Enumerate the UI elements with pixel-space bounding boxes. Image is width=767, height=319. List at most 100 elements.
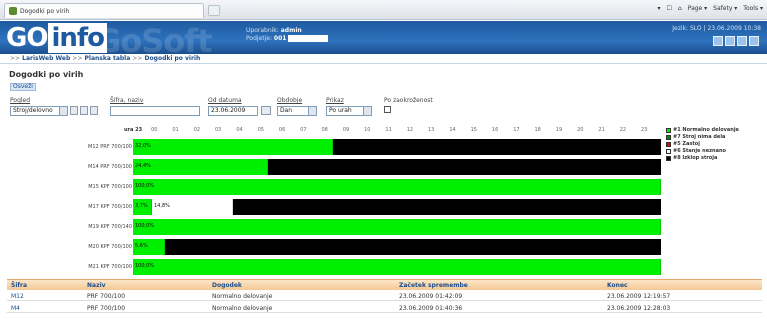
column-header-end[interactable]: Konec [607, 282, 628, 289]
tools-menu[interactable]: Tools ▾ [743, 5, 763, 12]
legend-item: #6 Stanje neznano [666, 148, 739, 155]
hour-tick-label: 15 [470, 127, 477, 133]
legend-swatch [666, 128, 671, 133]
table-cell: PRF 700/100 [87, 305, 126, 312]
chevron-down-icon [308, 107, 316, 115]
timeline-track: 24,4% [133, 159, 661, 175]
feeds-dropdown[interactable]: ▾ [658, 5, 661, 12]
hour-tick-label: 08 [321, 127, 328, 133]
chevron-down-icon [363, 107, 371, 115]
table-row[interactable]: M12 PRF 700/100 Normalno delovanje 23.06.20… [7, 291, 762, 301]
table-cell: 23.06.2009 01:40:36 [399, 305, 463, 312]
copy-icon[interactable] [70, 106, 78, 115]
legend-swatch [666, 142, 671, 147]
group-select[interactable]: Stroj/delovno [10, 106, 68, 116]
new-tab-button[interactable] [208, 5, 220, 16]
help-icon[interactable] [713, 36, 723, 46]
feeds-icon[interactable]: ☐ [667, 5, 672, 12]
header-buttons [713, 36, 759, 46]
machine-label[interactable]: M15 KPF 700/100 [62, 184, 132, 190]
logout-icon[interactable] [749, 36, 759, 46]
column-header-start[interactable]: Začetek spremembe [399, 282, 468, 289]
legend-swatch [666, 156, 671, 161]
refresh-button[interactable]: Osveži [10, 83, 36, 91]
chevron-down-icon [59, 107, 67, 115]
home-icon[interactable]: ⌂ [678, 5, 682, 12]
legend-swatch [666, 135, 671, 140]
timeline-segment[interactable] [332, 139, 661, 155]
period-select[interactable]: Dan [277, 106, 317, 116]
legend-item: #5 Zastoj [666, 141, 739, 148]
machine-label[interactable]: M14 PRF 700/100 [62, 164, 132, 170]
hour-tick-label: 09 [342, 127, 350, 133]
table-cell: 23.06.2009 01:42:09 [399, 293, 463, 300]
column-header-event[interactable]: Dogodek [212, 282, 242, 289]
machine-label[interactable]: M21 KPF 700/100 [62, 264, 132, 270]
hour-tick-label: 01 [172, 127, 179, 133]
breadcrumb-item-planning[interactable]: Planska tabla [85, 55, 131, 62]
segment-label: 5,6% [135, 243, 148, 249]
machine-label[interactable]: M19 KPF 700/140 [62, 224, 132, 230]
timeline-segment[interactable]: 100,0% [133, 219, 661, 235]
hour-tick-label: 13 [428, 127, 435, 133]
company-field[interactable] [288, 35, 329, 42]
sort-select[interactable]: Po urah [326, 106, 372, 116]
table-cell[interactable]: M12 [11, 293, 24, 300]
app-logo[interactable]: GO info [6, 23, 108, 53]
table-row[interactable]: M4 PRF 700/100 Normalno delovanje 23.06.200… [7, 303, 762, 313]
hour-tick-label: 12 [406, 127, 414, 133]
hour-tick-label: 14 [449, 127, 456, 133]
table-cell: 23.06.2009 12:28:03 [607, 305, 671, 312]
header-status: Jezik: SLO | 23.06.2009 10:38 [672, 25, 761, 32]
table-cell: PRF 700/100 [87, 293, 126, 300]
hour-tick-label: 22 [619, 127, 627, 133]
user-value: admin [280, 27, 302, 34]
machine-label[interactable]: M17 KPF 700/100 [62, 204, 132, 210]
timeline-segment[interactable]: 100,0% [133, 259, 661, 275]
search-input[interactable] [110, 106, 200, 116]
page-menu[interactable]: Page ▾ [688, 5, 707, 12]
timeline-segment[interactable]: 5,6% [133, 239, 165, 255]
machine-label[interactable]: M12 PRF 700/100 [62, 144, 132, 150]
table-cell[interactable]: M4 [11, 305, 20, 312]
hour-tick-label: 20 [577, 127, 584, 133]
legend-swatch [666, 149, 671, 154]
timeline-segment[interactable] [268, 159, 661, 175]
timeline-track: 100,0% [133, 259, 661, 275]
machine-label[interactable]: M20 KPF 700/100 [62, 244, 132, 250]
timeline-track: 3,7% 14,8% [133, 199, 661, 215]
user-label: Uporabnik: [246, 27, 279, 34]
legend-label: #8 Izklop stroja [673, 155, 718, 161]
date-label: Od datuma [208, 97, 242, 104]
hour-axis: ura 23 00 01 02 03 04 05 06 07 08 09 10 11 12 13 14 15 16… [124, 127, 665, 135]
date-input[interactable]: 23.06.2009 [208, 106, 258, 116]
hour-tick-label: 10 [364, 127, 371, 133]
round-checkbox[interactable] [384, 106, 391, 113]
timeline-segment[interactable] [164, 239, 661, 255]
timeline-segment[interactable]: 3,7% [133, 199, 152, 215]
hour-tick-label: 05 [257, 127, 264, 133]
browser-tab[interactable]: Dogodki po virih [4, 3, 204, 18]
tab-title: Dogodki po virih [20, 7, 70, 15]
timeline-segment[interactable]: 32,0% [133, 139, 333, 155]
hour-tick-label: 03 [215, 127, 222, 133]
settings-icon[interactable] [725, 36, 735, 46]
hour-tick-label: 19 [555, 127, 563, 133]
column-header-name[interactable]: Naziv [87, 282, 106, 289]
timeline-segment[interactable] [233, 199, 661, 215]
segment-label: 100,0% [135, 263, 155, 269]
print-icon[interactable] [90, 106, 98, 115]
timeline-segment[interactable]: 14,8% [152, 199, 234, 215]
hour-tick-label: 11 [385, 127, 392, 133]
segment-label: 24,4% [135, 163, 151, 169]
calendar-icon[interactable] [261, 106, 271, 115]
print-icon[interactable] [737, 36, 747, 46]
breadcrumb-item-current[interactable]: Dogodki po virih [145, 55, 201, 62]
breadcrumb-item-home[interactable]: LarisWeb Web [22, 55, 70, 62]
excel-icon[interactable] [80, 106, 88, 115]
safety-menu[interactable]: Safety ▾ [713, 5, 737, 12]
timeline-segment[interactable]: 100,0% [133, 179, 661, 195]
timeline-segment[interactable]: 24,4% [133, 159, 269, 175]
column-header-code[interactable]: Šifra [11, 282, 27, 289]
legend-label: #7 Stroj nima dela [673, 134, 726, 140]
